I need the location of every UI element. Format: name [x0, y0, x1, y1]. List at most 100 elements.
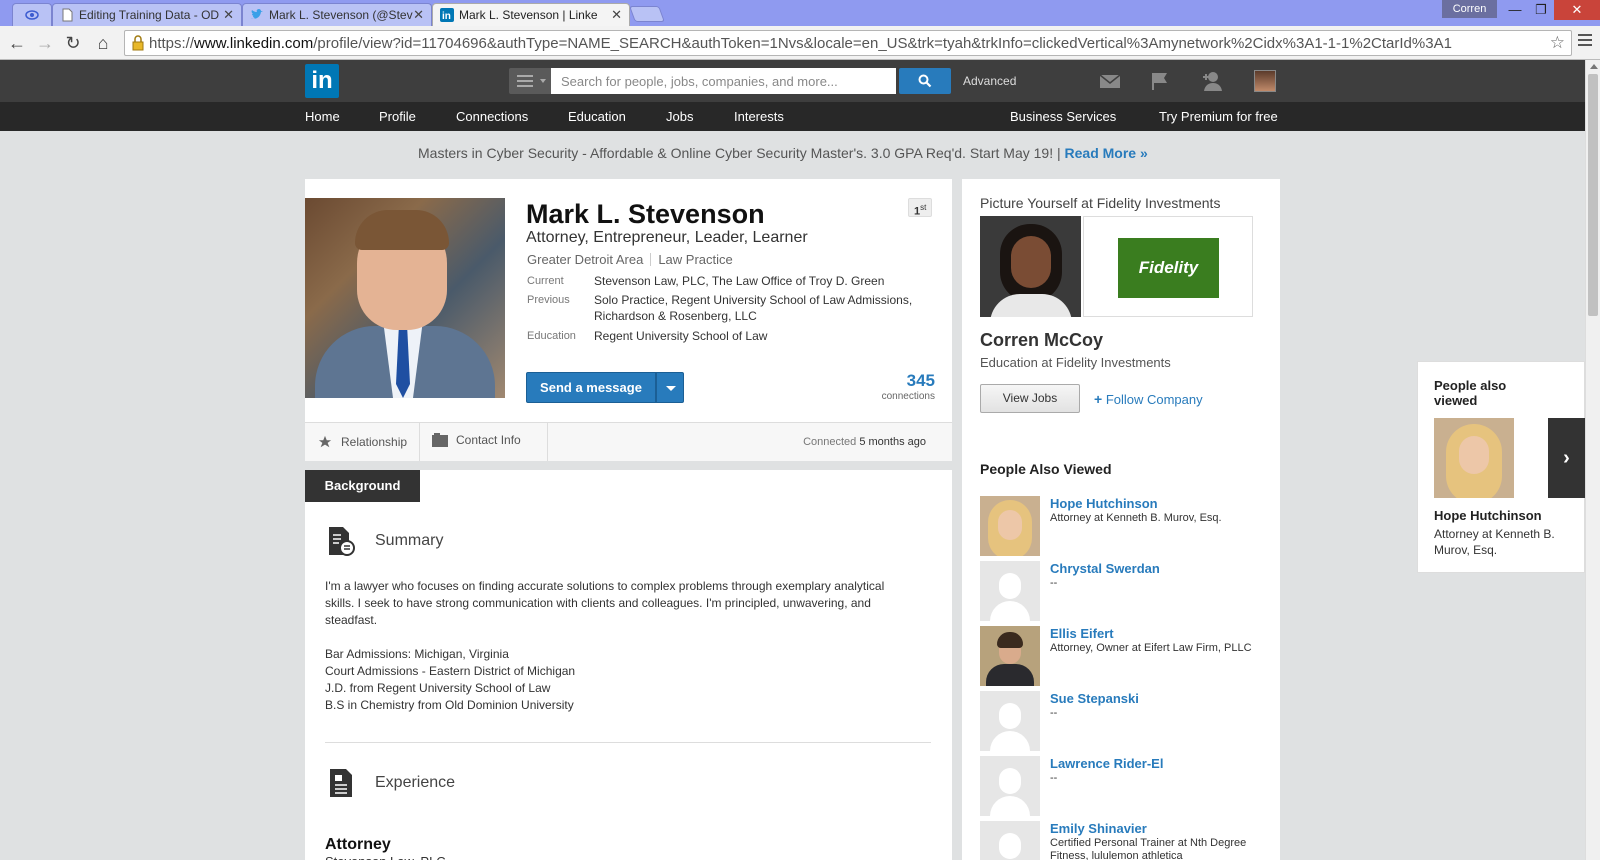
person-name[interactable]: Lawrence Rider-El: [1050, 756, 1163, 771]
ad-person-photo[interactable]: [980, 216, 1081, 317]
browser-menu-icon[interactable]: [1578, 34, 1592, 49]
svg-text:in: in: [442, 11, 451, 22]
person-thumbnail-placeholder[interactable]: [980, 691, 1040, 751]
forward-icon[interactable]: →: [34, 32, 56, 54]
nav-profile[interactable]: Profile: [379, 109, 416, 124]
restore-icon[interactable]: ❐: [1528, 0, 1554, 20]
address-bar[interactable]: https://www.linkedin.com/profile/view?id…: [124, 30, 1572, 56]
location-text[interactable]: Greater Detroit Area: [527, 252, 643, 267]
browser-tab-bar: Editing Training Data - OD ✕ Mark L. Ste…: [0, 0, 1600, 26]
floating-person-name[interactable]: Hope Hutchinson: [1434, 508, 1542, 523]
messages-envelope-icon[interactable]: [1098, 70, 1122, 92]
search-button[interactable]: [899, 68, 951, 94]
list-item[interactable]: Sue Stepanski --: [980, 691, 1270, 751]
floating-person-thumbnail[interactable]: [1434, 418, 1514, 498]
current-value[interactable]: Stevenson Law, PLC, The Law Office of Tr…: [594, 273, 934, 289]
url-scheme: https://: [149, 35, 195, 52]
page-scrollbar[interactable]: [1585, 60, 1600, 860]
close-tab-icon[interactable]: ✕: [223, 7, 234, 23]
nav-education[interactable]: Education: [568, 109, 626, 124]
back-icon[interactable]: ←: [6, 32, 28, 54]
person-name[interactable]: Emily Shinavier: [1050, 821, 1147, 836]
document-icon: [62, 8, 73, 22]
list-item[interactable]: Ellis Eifert Attorney, Owner at Eifert L…: [980, 626, 1270, 686]
nav-home[interactable]: Home: [305, 109, 340, 124]
advanced-search-link[interactable]: Advanced: [963, 74, 1016, 88]
admission-item: B.S in Chemistry from Old Dominion Unive…: [325, 698, 574, 712]
notifications-flag-icon[interactable]: [1148, 70, 1172, 92]
close-window-icon[interactable]: ✕: [1554, 0, 1600, 20]
browser-tab-training-data[interactable]: Editing Training Data - OD ✕: [52, 3, 242, 26]
nav-business-services[interactable]: Business Services: [1010, 109, 1116, 124]
bookmark-star-icon[interactable]: ☆: [1550, 33, 1565, 53]
person-name[interactable]: Chrystal Swerdan: [1050, 561, 1160, 576]
industry-text[interactable]: Law Practice: [658, 252, 732, 267]
view-jobs-button[interactable]: View Jobs: [980, 384, 1080, 413]
person-thumbnail-placeholder[interactable]: [980, 821, 1040, 860]
floating-title: People also viewed: [1434, 378, 1507, 408]
previous-value[interactable]: Solo Practice, Regent University School …: [594, 292, 934, 324]
reload-icon[interactable]: ↻: [62, 32, 84, 54]
scrollbar-thumb[interactable]: [1588, 74, 1598, 316]
person-name[interactable]: Ellis Eifert: [1050, 626, 1114, 641]
list-item[interactable]: Emily Shinavier Certified Personal Train…: [980, 821, 1270, 860]
browser-tab-extension[interactable]: [12, 3, 52, 26]
close-tab-icon[interactable]: ✕: [611, 7, 622, 23]
search-category-dropdown[interactable]: [509, 68, 551, 94]
star-icon: [318, 435, 332, 448]
tab-title: Mark L. Stevenson (@Stev: [269, 8, 413, 22]
person-name[interactable]: Sue Stepanski: [1050, 691, 1139, 706]
list-item[interactable]: Chrystal Swerdan --: [980, 561, 1270, 621]
linkedin-icon: in: [440, 8, 454, 22]
connections-count[interactable]: 345: [855, 371, 935, 391]
person-thumbnail-placeholder[interactable]: [980, 561, 1040, 621]
nav-try-premium[interactable]: Try Premium for free: [1159, 109, 1278, 124]
scroll-up-icon[interactable]: [1590, 64, 1598, 69]
degree-suffix: st: [920, 203, 927, 212]
relationship-label: Relationship: [341, 435, 408, 449]
experience-title: Experience: [375, 774, 456, 791]
ad-person-name[interactable]: Corren McCoy: [980, 330, 1103, 351]
search-input[interactable]: [551, 68, 896, 94]
close-tab-icon[interactable]: ✕: [413, 7, 424, 23]
browser-tab-twitter[interactable]: Mark L. Stevenson (@Stev ✕: [242, 3, 432, 26]
experience-company[interactable]: Stevenson Law, PLC: [325, 854, 446, 860]
list-item[interactable]: Hope Hutchinson Attorney at Kenneth B. M…: [980, 496, 1270, 556]
person-name[interactable]: Hope Hutchinson: [1050, 496, 1158, 511]
browser-tab-linkedin[interactable]: in Mark L. Stevenson | Linke ✕: [432, 3, 630, 26]
contact-info-button[interactable]: Contact Info: [420, 423, 548, 461]
relationship-button[interactable]: Relationship: [305, 423, 420, 461]
home-icon[interactable]: ⌂: [92, 32, 114, 54]
ad-banner-read-more[interactable]: Read More »: [1065, 145, 1148, 161]
follow-company-button[interactable]: + Follow Company: [1094, 391, 1203, 407]
contact-info-label: Contact Info: [456, 433, 521, 447]
linkedin-header: in Advanced: [0, 60, 1585, 102]
linkedin-logo[interactable]: in: [305, 64, 339, 98]
add-connections-icon[interactable]: [1200, 70, 1224, 92]
person-thumbnail[interactable]: [980, 496, 1040, 556]
nav-interests[interactable]: Interests: [734, 109, 784, 124]
education-label: Education: [527, 330, 576, 342]
linkedin-main-nav: Home Profile Connections Education Jobs …: [0, 102, 1585, 131]
nav-connections[interactable]: Connections: [456, 109, 528, 124]
url-path: /profile/view?id=11704696&authType=NAME_…: [313, 35, 1452, 52]
person-thumbnail-placeholder[interactable]: [980, 756, 1040, 816]
send-message-button[interactable]: Send a message: [526, 372, 656, 403]
account-avatar[interactable]: [1254, 70, 1276, 92]
url-host: www.linkedin.com: [194, 35, 314, 52]
new-tab-button[interactable]: [629, 6, 665, 22]
minimize-icon[interactable]: —: [1502, 0, 1528, 20]
chevron-right-icon[interactable]: ›: [1548, 418, 1585, 498]
ad-company-logo-box[interactable]: Fidelity: [1083, 216, 1253, 317]
connected-time: 5 months ago: [859, 436, 926, 448]
chevron-down-icon: [666, 386, 676, 391]
background-tab[interactable]: Background: [305, 470, 420, 502]
nav-jobs[interactable]: Jobs: [666, 109, 693, 124]
chevron-down-icon: [540, 79, 546, 83]
list-item[interactable]: Lawrence Rider-El --: [980, 756, 1270, 816]
browser-user-badge[interactable]: Corren: [1442, 0, 1497, 18]
education-value[interactable]: Regent University School of Law: [594, 328, 934, 344]
message-options-dropdown[interactable]: [656, 372, 684, 403]
ad-title[interactable]: Picture Yourself at Fidelity Investments: [980, 195, 1220, 211]
person-thumbnail[interactable]: [980, 626, 1040, 686]
